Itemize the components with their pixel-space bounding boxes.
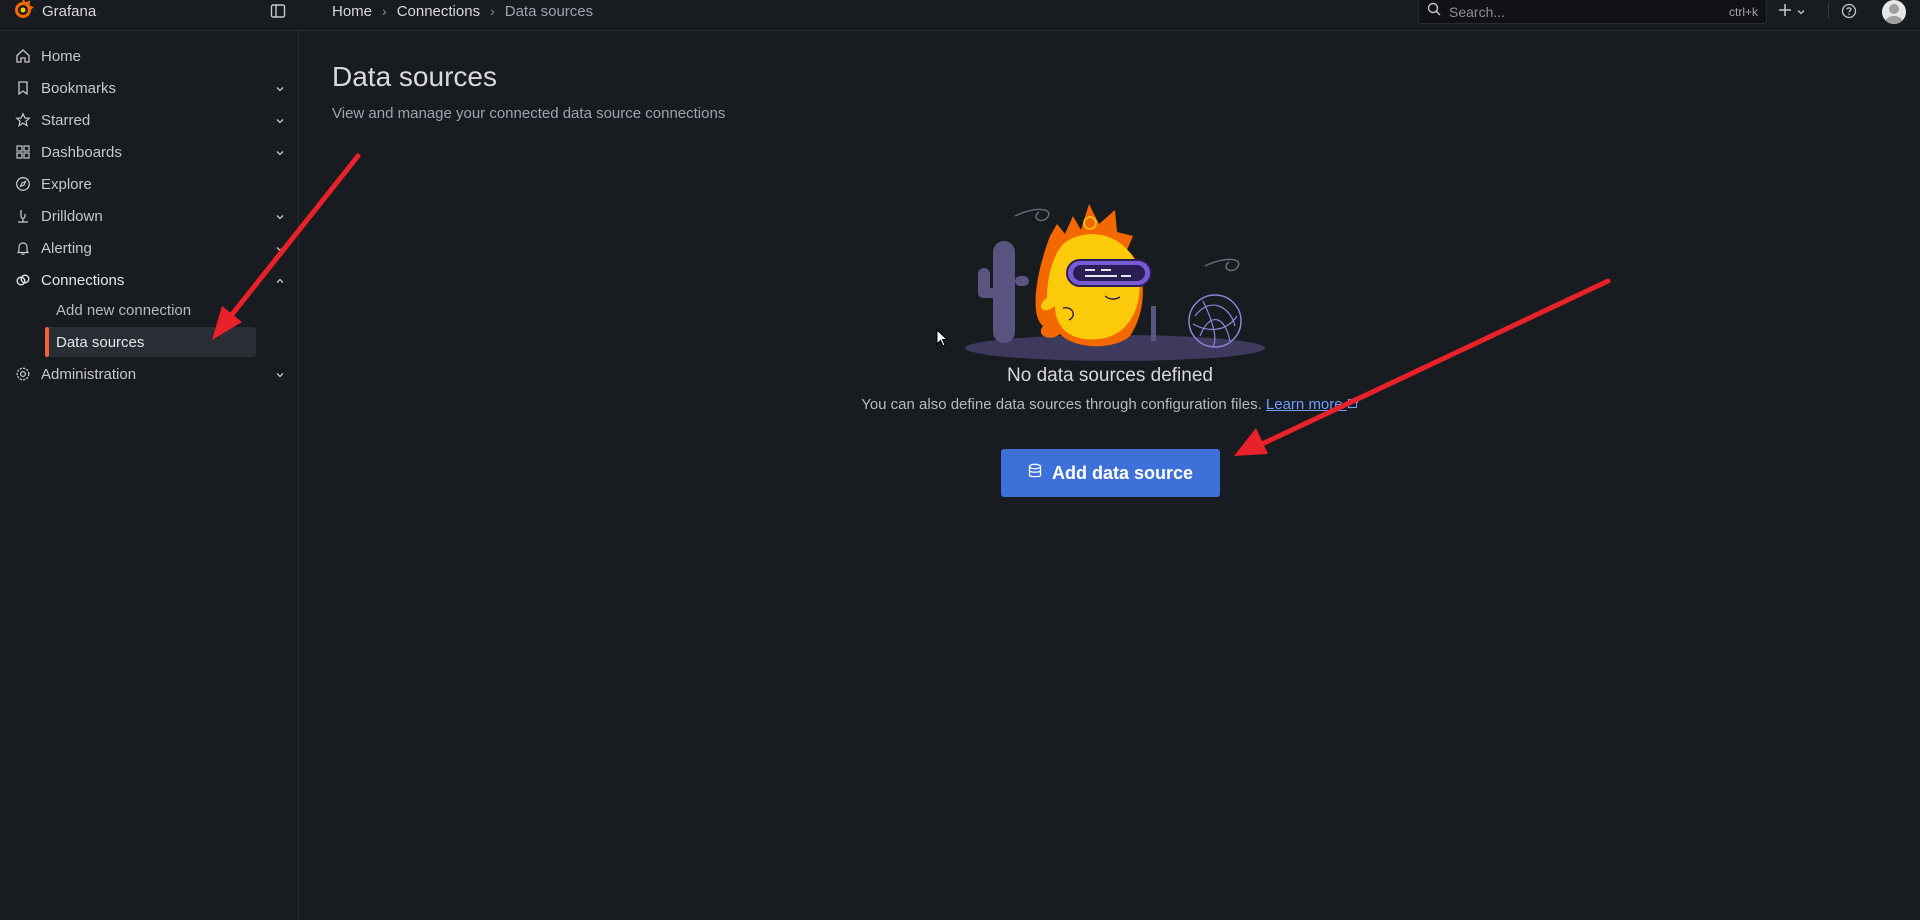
chevron-down-icon[interactable] <box>274 242 286 254</box>
chevron-down-icon[interactable] <box>274 114 286 126</box>
external-link-icon <box>1347 396 1359 413</box>
new-menu-button[interactable] <box>1778 1 1806 22</box>
app-name: Grafana <box>42 2 97 20</box>
database-icon <box>1028 463 1042 484</box>
connections-icon <box>15 272 31 288</box>
breadcrumb-home[interactable]: Home <box>332 3 372 20</box>
home-icon <box>15 48 31 64</box>
gear-icon <box>15 366 31 382</box>
sidebar-item-label: Home <box>41 47 82 65</box>
empty-state-text: You can also define data sources through… <box>300 396 1920 413</box>
sidebar-subitem-label: Add new connection <box>56 301 192 319</box>
add-data-source-label: Add data source <box>1051 462 1194 483</box>
empty-state-description: You can also define data sources through… <box>861 396 1262 413</box>
star-icon <box>15 112 31 128</box>
sidebar-item-alerting[interactable]: Alerting <box>0 232 299 264</box>
sidebar-item-label: Connections <box>41 271 125 289</box>
plus-icon <box>1778 1 1792 22</box>
sidebar-item-bookmarks[interactable]: Bookmarks <box>0 72 299 104</box>
chevron-up-icon[interactable] <box>274 274 286 286</box>
drilldown-icon <box>15 208 31 224</box>
sidebar-item-administration[interactable]: Administration <box>0 358 299 390</box>
sidebar-item-label: Starred <box>41 111 91 129</box>
dashboards-icon <box>15 144 31 160</box>
sidebar-item-drilldown[interactable]: Drilldown <box>0 200 299 232</box>
sidebar-item-home[interactable]: Home <box>0 40 299 72</box>
empty-state-title: No data sources defined <box>1007 365 1213 386</box>
breadcrumb-connections[interactable]: Connections <box>397 3 480 20</box>
sidebar-item-starred[interactable]: Starred <box>0 104 299 136</box>
grafana-logo-icon <box>12 0 34 25</box>
sidebar: Home Bookmarks Starred Dashboards Explor… <box>0 31 299 920</box>
avatar[interactable] <box>1882 0 1906 24</box>
breadcrumb-data-sources: Data sources <box>504 2 594 20</box>
sidebar-item-explore[interactable]: Explore <box>0 168 299 200</box>
breadcrumb-separator-icon: › <box>382 3 387 19</box>
search-placeholder: Search... <box>1449 3 1506 20</box>
search-input[interactable]: Search... ctrl+k <box>1418 0 1767 24</box>
sidebar-item-label: Alerting <box>41 239 92 257</box>
bell-icon <box>15 240 31 256</box>
chevron-down-icon <box>1796 1 1806 22</box>
learn-more-link[interactable]: Learn more <box>1266 396 1359 413</box>
chevron-down-icon[interactable] <box>274 210 286 222</box>
page-title: Data sources <box>332 61 497 92</box>
sidebar-item-label: Bookmarks <box>41 79 117 97</box>
search-icon <box>1427 2 1441 21</box>
help-icon[interactable] <box>1841 3 1857 24</box>
sidebar-item-label: Dashboards <box>41 143 122 161</box>
active-indicator <box>45 327 49 357</box>
add-data-source-button[interactable]: Add data source <box>1001 449 1220 497</box>
page-subtitle: View and manage your connected data sour… <box>332 105 726 122</box>
sidebar-subitem-add-new-connection[interactable]: Add new connection <box>45 295 256 325</box>
sidebar-item-label: Explore <box>41 175 92 193</box>
learn-more-label: Learn more <box>1265 396 1343 413</box>
bookmark-icon <box>15 80 31 96</box>
sidebar-subitem-data-sources[interactable]: Data sources <box>45 327 256 357</box>
brand[interactable]: Grafana <box>12 0 96 22</box>
sidebar-subitem-label: Data sources <box>56 333 145 351</box>
sidebar-item-dashboards[interactable]: Dashboards <box>0 136 299 168</box>
mouse-cursor-icon <box>936 328 949 352</box>
toolbar-divider <box>1828 3 1829 19</box>
dock-menu-icon[interactable] <box>270 3 286 19</box>
breadcrumb-separator-icon: › <box>490 3 495 19</box>
chevron-down-icon[interactable] <box>274 82 286 94</box>
chevron-down-icon[interactable] <box>274 146 286 158</box>
breadcrumb: Home › Connections › Data sources <box>332 0 593 22</box>
search-shortcut: ctrl+k <box>1728 4 1758 19</box>
sidebar-item-label: Administration <box>41 365 137 383</box>
sidebar-item-connections[interactable]: Connections <box>0 264 299 296</box>
main-content: Data sources View and manage your connec… <box>300 31 1920 920</box>
sidebar-item-label: Drilldown <box>41 207 103 225</box>
empty-state-illustration <box>955 166 1275 366</box>
top-bar: Grafana Home › Connections › Data source… <box>0 0 1920 31</box>
chevron-down-icon[interactable] <box>274 368 286 380</box>
compass-icon <box>15 176 31 192</box>
